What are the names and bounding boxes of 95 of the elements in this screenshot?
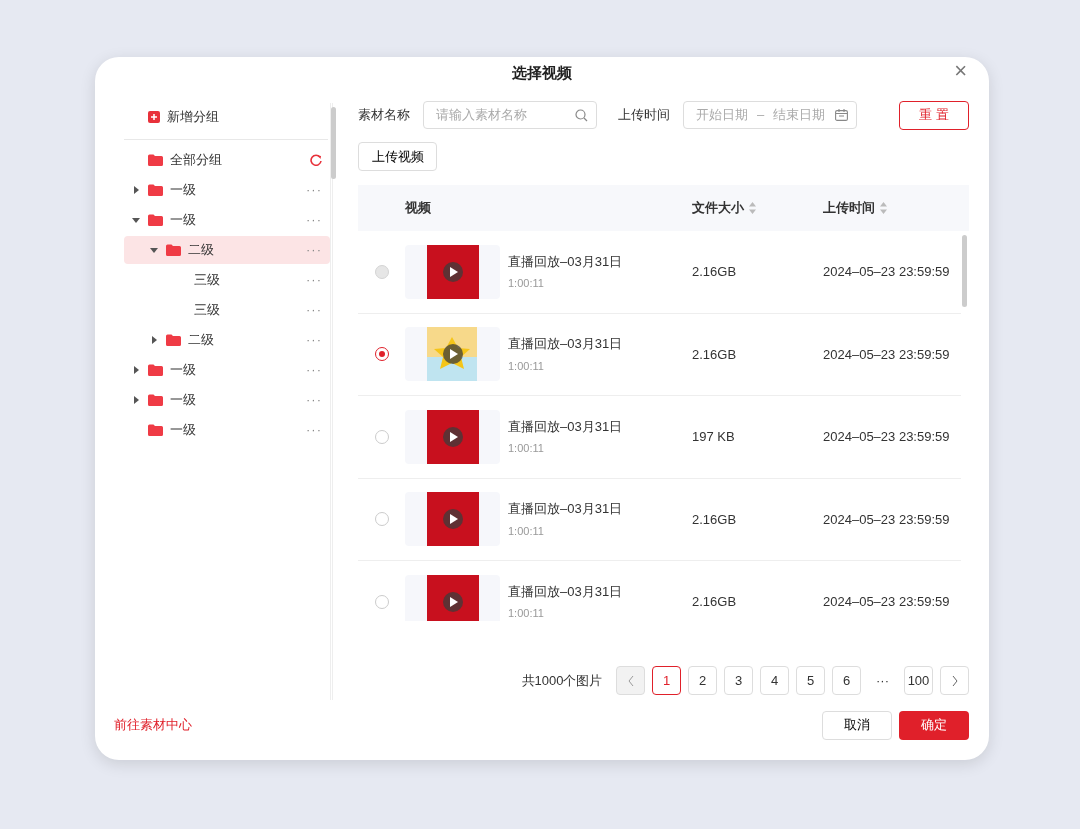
- tree-label: 二级: [188, 241, 215, 260]
- folder-icon: [166, 244, 181, 256]
- video-duration: 1:00:11: [508, 523, 545, 539]
- page-button[interactable]: 2: [688, 666, 717, 695]
- video-title: 直播回放–03月31日: [508, 417, 623, 436]
- search-icon: [575, 108, 588, 122]
- range-separator: –: [757, 106, 765, 125]
- table-cell-text: 2024–05–23 23:59:59: [823, 263, 951, 281]
- folder-icon: [148, 424, 163, 436]
- reset-button[interactable]: 重 置: [899, 100, 969, 130]
- tree-label: 三级: [194, 271, 221, 290]
- video-duration: 1:00:11: [508, 358, 545, 374]
- tree-label: 一级: [170, 391, 197, 410]
- page-button[interactable]: 6: [832, 666, 861, 695]
- table-cell-text: 2.16GB: [692, 593, 738, 611]
- name-input[interactable]: 请输入素材名称: [434, 104, 575, 126]
- tree-label: 全部分组: [170, 151, 223, 170]
- folder-icon: [148, 154, 163, 166]
- add-group-link[interactable]: 新增分组: [166, 107, 219, 127]
- more-options-button[interactable]: ···: [306, 300, 322, 320]
- scrollbar-thumb[interactable]: [962, 235, 967, 307]
- field-label: 上传时间: [618, 106, 670, 125]
- tree-item[interactable]: 全部分组: [124, 146, 330, 174]
- folder-icon: [148, 184, 163, 196]
- more-options-button[interactable]: ···: [306, 180, 322, 200]
- tree-label: 一级: [170, 421, 197, 440]
- tree-item[interactable]: 三级 ···: [124, 296, 330, 324]
- total-count: 共1000个图片: [521, 671, 603, 690]
- start-date-input[interactable]: 开始日期: [694, 104, 750, 126]
- confirm-button[interactable]: 确定: [899, 710, 969, 740]
- table-cell-text: 2024–05–23 23:59:59: [823, 345, 951, 364]
- column-header: 上传时间: [823, 199, 875, 218]
- table-cell-text: 2.16GB: [692, 510, 738, 529]
- tree-item[interactable]: 二级 ···: [124, 236, 330, 264]
- sort-icon: [880, 202, 887, 214]
- end-date-input[interactable]: 结束日期: [771, 104, 828, 126]
- video-title: 直播回放–03月31日: [508, 252, 623, 271]
- video-title: 直播回放–03月31日: [508, 335, 623, 354]
- pagination-ellipsis[interactable]: ···: [868, 666, 897, 695]
- column-header: 视频: [405, 199, 431, 218]
- tree-label: 一级: [170, 361, 197, 380]
- sort-icon: [749, 202, 756, 214]
- page-button[interactable]: 1: [652, 666, 681, 695]
- cancel-button[interactable]: 取消: [822, 710, 892, 740]
- video-title: 直播回放–03月31日: [508, 500, 623, 519]
- folder-icon: [166, 334, 181, 346]
- table-cell-text: 2024–05–23 23:59:59: [823, 428, 951, 446]
- dialog-title: 选择视频: [512, 62, 572, 83]
- tree-item[interactable]: 二级 ···: [124, 326, 330, 354]
- table-cell-text: 2024–05–23 23:59:59: [823, 510, 951, 529]
- column-header: 文件大小: [692, 199, 744, 218]
- folder-icon: [148, 364, 163, 376]
- more-options-button[interactable]: ···: [306, 360, 322, 380]
- video-duration: 1:00:11: [508, 441, 545, 457]
- table-cell-text: 2.16GB: [692, 345, 738, 364]
- tree-item[interactable]: 一级 ···: [124, 206, 330, 234]
- page-button[interactable]: 4: [760, 666, 789, 695]
- next-page-button[interactable]: [940, 666, 969, 695]
- table-cell-text: 2024–05–23 23:59:59: [823, 593, 951, 611]
- close-button[interactable]: ×: [952, 61, 969, 81]
- video-duration: 1:00:11: [508, 276, 545, 292]
- search-field[interactable]: 请输入素材名称: [423, 101, 597, 129]
- chevron-left-icon: [627, 675, 634, 686]
- radio-button[interactable]: [374, 347, 389, 362]
- page-button[interactable]: 3: [724, 666, 753, 695]
- folder-icon: [148, 214, 163, 226]
- tree-item[interactable]: 一级 ···: [124, 416, 330, 444]
- calendar-icon: [835, 109, 848, 121]
- more-options-button[interactable]: ···: [306, 210, 322, 230]
- tree-item[interactable]: 一级 ···: [124, 356, 330, 384]
- tree-label: 一级: [170, 211, 197, 230]
- more-options-button[interactable]: ···: [306, 270, 322, 290]
- upload-video-button[interactable]: 上传视频: [358, 142, 437, 171]
- tree-item[interactable]: 一级 ···: [124, 386, 330, 414]
- add-icon: [148, 111, 160, 123]
- table-cell-text: 197 KB: [692, 428, 736, 446]
- more-options-button[interactable]: ···: [306, 420, 322, 440]
- refresh-icon: [310, 154, 322, 166]
- chevron-right-icon: [951, 675, 958, 686]
- more-options-button[interactable]: ···: [306, 330, 322, 350]
- tree-item[interactable]: 一级 ···: [124, 176, 330, 204]
- tree-label: 三级: [194, 301, 221, 320]
- page-button[interactable]: 100: [904, 666, 933, 695]
- material-center-link[interactable]: 前往素材中心: [114, 715, 192, 735]
- tree-label: 二级: [188, 331, 215, 350]
- video-duration: 1:00:11: [508, 606, 545, 621]
- table-cell-text: 2.16GB: [692, 263, 738, 281]
- field-label: 素材名称: [358, 106, 410, 125]
- tree-label: 一级: [170, 181, 197, 200]
- video-title: 直播回放–03月31日: [508, 582, 623, 601]
- more-options-button[interactable]: ···: [306, 390, 322, 410]
- page-button[interactable]: 5: [796, 666, 825, 695]
- scrollbar-thumb[interactable]: [331, 107, 336, 179]
- folder-icon: [148, 394, 163, 406]
- tree-item[interactable]: 三级 ···: [124, 266, 330, 294]
